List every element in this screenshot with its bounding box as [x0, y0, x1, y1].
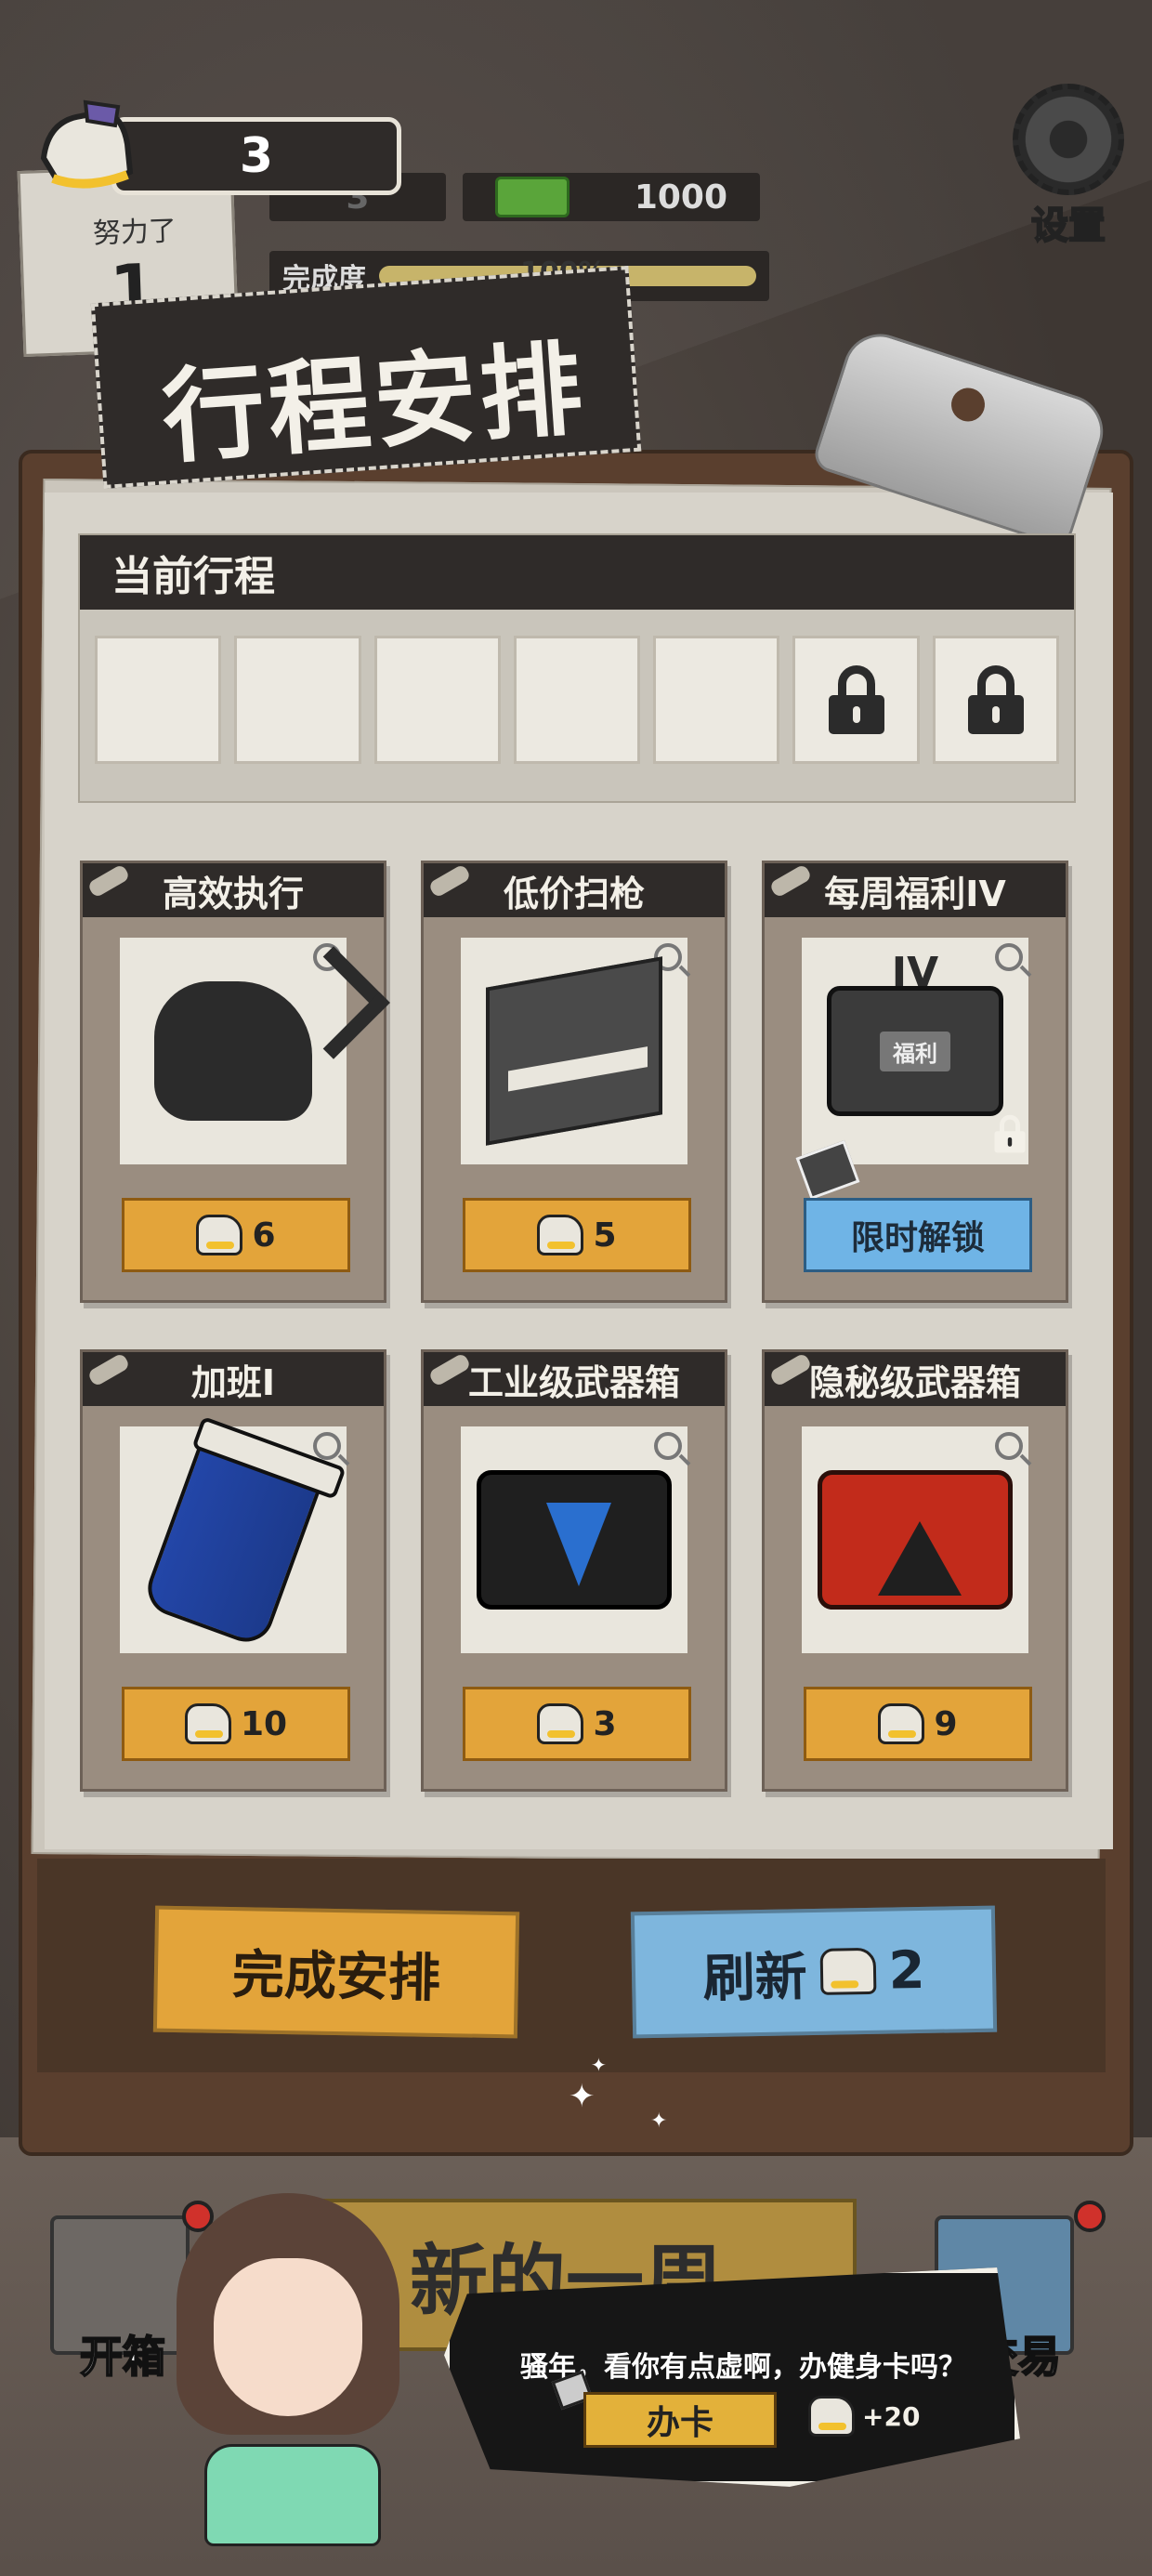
coffee-cup-icon [140, 1430, 326, 1649]
schedule-slot[interactable] [373, 636, 501, 764]
card-image [461, 938, 687, 1164]
plan-card-efficient-execution[interactable]: 高效执行 6 [80, 861, 386, 1303]
card-cost: 5 [593, 1216, 617, 1255]
schedule-slot[interactable] [513, 636, 641, 764]
card-cost: 10 [240, 1704, 288, 1743]
refresh-cost: 2 [887, 1939, 926, 2002]
sparkle-icon: ✦ [650, 2109, 668, 2133]
schedule-slot-locked[interactable] [792, 636, 920, 764]
sneaker-currency-icon [808, 2396, 855, 2437]
sneaker-currency-icon [537, 1215, 584, 1255]
gym-card-button-label: 办卡 [646, 2404, 713, 2442]
card-title: 隐秘级武器箱 [808, 1361, 1021, 1403]
timed-unlock-button[interactable]: 限时解锁 [804, 1198, 1032, 1272]
lock-icon [828, 665, 884, 734]
refresh-button[interactable]: 刷新 2 [630, 1905, 998, 2039]
lock-icon [994, 1114, 1026, 1153]
schedule-slot[interactable] [95, 636, 222, 764]
pin-icon [768, 863, 813, 899]
card-image: IV 福利 [802, 938, 1028, 1164]
page-title: 行程安排 [158, 329, 590, 478]
sneaker-currency-icon [196, 1215, 243, 1255]
settings-label: 设置 [1030, 204, 1106, 248]
card-image [120, 938, 347, 1164]
covert-weapon-crate-icon [818, 1470, 1013, 1610]
sneaker-currency-icon [878, 1703, 925, 1744]
pin-icon [86, 863, 131, 899]
sneaker-currency-icon [537, 1703, 584, 1744]
magnifier-icon[interactable] [654, 1432, 682, 1460]
cash-icon [494, 177, 569, 217]
plan-card-weekly-welfare[interactable]: 每周福利IV IV 福利 限时解锁 [762, 861, 1068, 1303]
card-cost: 6 [252, 1216, 276, 1255]
card-cost: 3 [593, 1704, 617, 1743]
schedule-slot-locked[interactable] [932, 636, 1059, 764]
plan-card-industrial-crate[interactable]: 工业级武器箱 3 [421, 1349, 727, 1792]
crate-label: 福利 [880, 1031, 950, 1071]
dialog-reward: +20 [808, 2396, 920, 2437]
card-cost-button[interactable]: 6 [122, 1198, 350, 1272]
card-cost-button[interactable]: 9 [804, 1687, 1032, 1761]
rifle-box-icon [486, 956, 662, 1146]
schedule-slot[interactable] [653, 636, 780, 764]
card-cost: 9 [934, 1704, 958, 1743]
sneaker-upgrade-icon [154, 981, 312, 1121]
money-chip: 1000 [463, 173, 760, 221]
gym-card-button[interactable]: 办卡 [583, 2392, 777, 2448]
plan-card-covert-crate[interactable]: 隐秘级武器箱 9 [762, 1349, 1068, 1792]
lock-icon [967, 665, 1024, 734]
card-cost-button[interactable]: 5 [463, 1198, 691, 1272]
energy-value: 3 [239, 128, 274, 184]
industrial-weapon-crate-icon [477, 1470, 672, 1610]
schedule-slots [80, 610, 1074, 764]
card-image [802, 1426, 1028, 1653]
energy-counter: 3 [111, 117, 401, 195]
card-cost-button[interactable]: 10 [122, 1687, 350, 1761]
money-value: 1000 [634, 177, 728, 217]
card-title: 每周福利IV [824, 873, 1006, 914]
pin-icon [427, 863, 472, 899]
magnifier-icon[interactable] [313, 1432, 341, 1460]
magnifier-icon[interactable] [995, 1432, 1023, 1460]
sneaker-currency-icon [819, 1947, 876, 1995]
pin-icon [768, 1352, 813, 1387]
sneaker-energy-icon [40, 99, 134, 189]
sparkle-icon: ✦ [569, 2078, 596, 2115]
reward-value: +20 [862, 2400, 921, 2432]
notification-dot [1074, 2201, 1106, 2232]
card-title: 高效执行 [162, 873, 304, 914]
schedule-slot[interactable] [234, 636, 361, 764]
settings-button[interactable]: 设置 [1003, 84, 1133, 248]
card-title: 加班I [190, 1361, 276, 1403]
welfare-crate-icon: 福利 [827, 986, 1003, 1116]
card-title: 低价扫枪 [503, 873, 645, 914]
refresh-button-label: 刷新 [702, 1946, 808, 2009]
pin-icon [427, 1352, 472, 1387]
gear-icon [1013, 84, 1124, 195]
card-title: 工业级武器箱 [467, 1361, 680, 1403]
current-schedule-panel: 当前行程 [78, 533, 1076, 803]
card-image [120, 1426, 347, 1653]
card-cost-button[interactable]: 3 [463, 1687, 691, 1761]
complete-button-label: 完成安排 [231, 1944, 441, 2009]
plan-card-cheap-gun-sweep[interactable]: 低价扫枪 5 [421, 861, 727, 1303]
plan-card-overtime[interactable]: 加班I 10 [80, 1349, 386, 1792]
sneaker-currency-icon [184, 1703, 231, 1744]
complete-schedule-button[interactable]: 完成安排 [152, 1905, 520, 2039]
npc-character [158, 2193, 437, 2576]
pin-icon [86, 1352, 131, 1387]
current-schedule-heading: 当前行程 [80, 535, 1074, 610]
sparkle-icon: ✦ [591, 2054, 607, 2076]
card-image [461, 1426, 687, 1653]
open-crate-label: 开箱 [79, 2331, 166, 2383]
unlock-button-label: 限时解锁 [850, 1219, 985, 1257]
